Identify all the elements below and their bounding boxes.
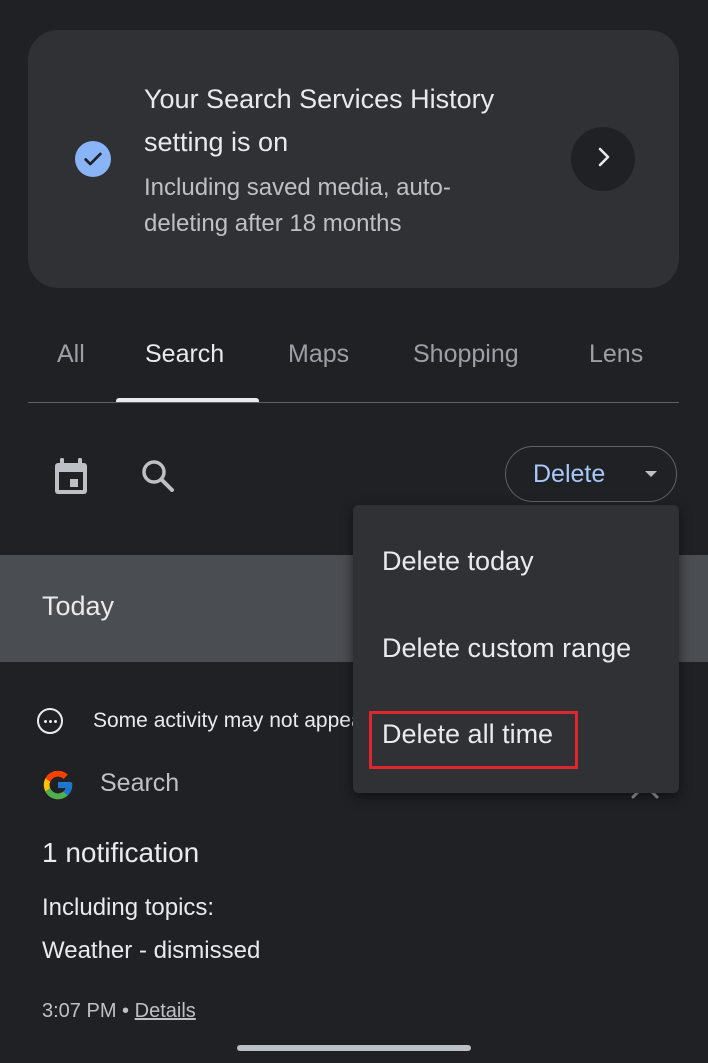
delete-button-label: Delete [533, 459, 606, 488]
check-circle-icon [75, 141, 111, 177]
details-link[interactable]: Details [135, 1000, 196, 1022]
more-horizontal-icon [37, 708, 63, 734]
tab-maps[interactable]: Maps [288, 340, 349, 369]
card-title: Your Search Services History setting is … [144, 84, 495, 157]
history-setting-card[interactable]: Your Search Services History setting is … [28, 30, 679, 288]
menu-item-delete-today[interactable]: Delete today [382, 546, 534, 577]
today-label: Today [42, 591, 115, 621]
notification-title: 1 notification [42, 837, 200, 868]
activity-page: Your Search Services History setting is … [0, 0, 708, 1063]
open-setting-button[interactable] [571, 127, 635, 191]
menu-item-delete-custom-range[interactable]: Delete custom range [382, 633, 631, 664]
topic-item: Weather - dismissed [42, 937, 261, 964]
service-name: Search [100, 769, 180, 797]
tab-lens[interactable]: Lens [589, 340, 643, 369]
highlight-box [369, 711, 578, 769]
card-subtitle: Including saved media, auto-deleting aft… [144, 174, 451, 237]
chevron-right-icon [593, 145, 613, 174]
topics-label: Including topics: [42, 894, 215, 921]
activity-notice: Some activity may not appear yet [93, 709, 353, 732]
tab-search[interactable]: Search [145, 340, 224, 369]
gesture-nav-bar[interactable] [237, 1045, 471, 1051]
caret-down-icon [645, 471, 658, 477]
meta-separator: • [122, 1000, 130, 1022]
product-tabs: All Search Maps Shopping Lens [28, 320, 679, 403]
tab-all[interactable]: All [57, 340, 85, 369]
activity-time: 3:07 PM [42, 1000, 117, 1022]
google-logo-icon [41, 768, 75, 802]
tab-shopping[interactable]: Shopping [413, 340, 519, 369]
calendar-icon[interactable] [50, 455, 92, 497]
delete-button[interactable]: Delete [505, 446, 677, 502]
activity-meta: 3:07 PM • Details [42, 1000, 196, 1023]
active-tab-indicator [116, 398, 259, 402]
search-icon[interactable] [137, 455, 179, 497]
